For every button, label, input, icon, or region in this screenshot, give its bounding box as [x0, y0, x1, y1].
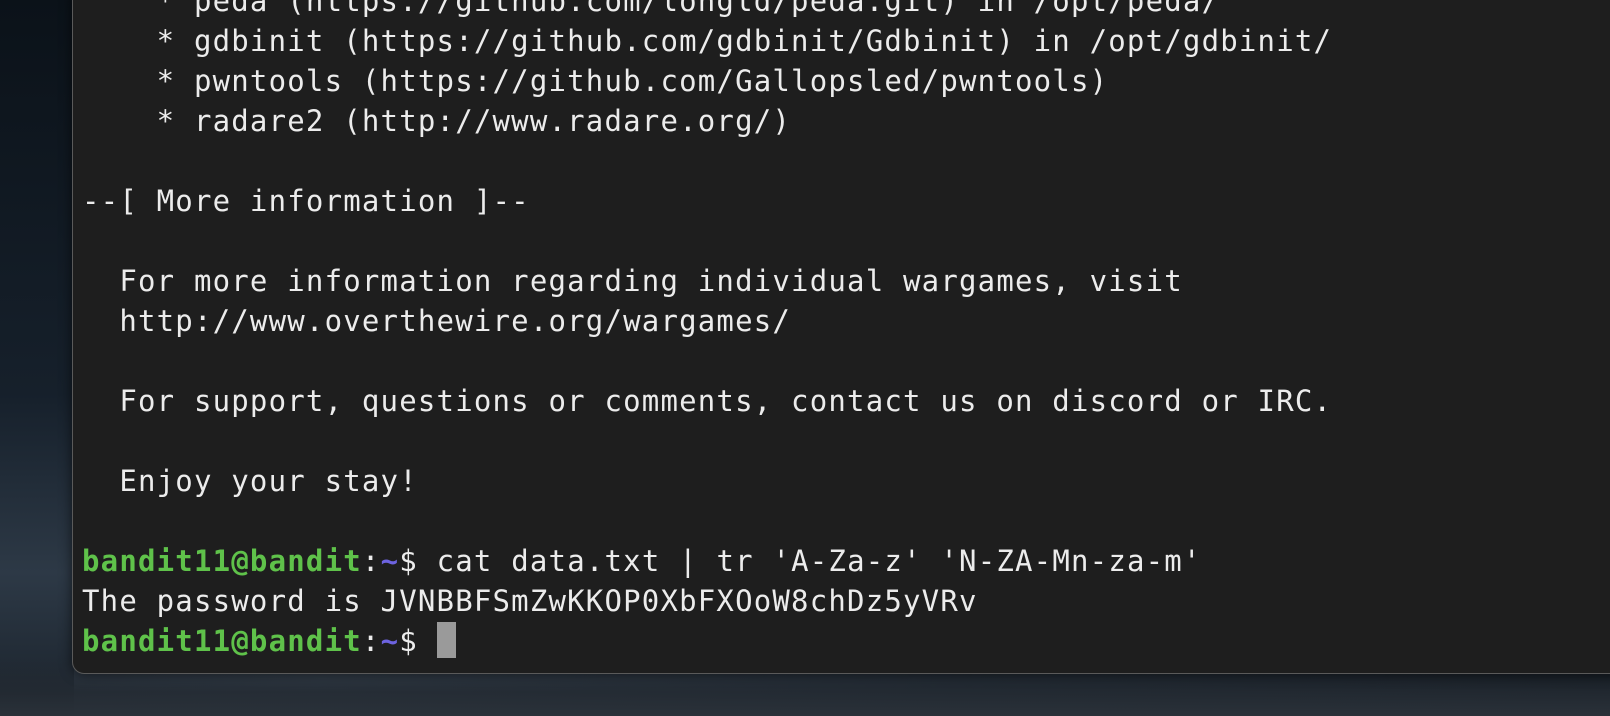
- terminal-output[interactable]: * peda (https://github.com/longld/peda.g…: [82, 0, 1610, 673]
- prompt-path: ~: [380, 624, 400, 658]
- motd-info-url: http://www.overthewire.org/wargames/: [82, 304, 792, 338]
- command-output: The password is JVNBBFSmZwKKOP0XbFXOoW8c…: [82, 584, 978, 618]
- motd-tool-radare2: * radare2 (http://www.radare.org/): [82, 104, 792, 138]
- active-prompt-line[interactable]: bandit11@bandit:~$: [82, 621, 456, 661]
- prompt-user-host: bandit11@bandit: [82, 624, 362, 658]
- prompt-dollar: $: [399, 624, 418, 658]
- command-line: bandit11@bandit:~$ cat data.txt | tr 'A-…: [82, 541, 1202, 581]
- terminal-window[interactable]: * peda (https://github.com/longld/peda.g…: [72, 0, 1610, 674]
- command-text: cat data.txt | tr 'A-Za-z' 'N-ZA-Mn-za-m…: [417, 544, 1202, 578]
- motd-farewell: Enjoy your stay!: [82, 464, 418, 498]
- desktop-wallpaper: [0, 0, 74, 716]
- motd-info-line: For more information regarding individua…: [82, 264, 1183, 298]
- motd-tool-pwntools: * pwntools (https://github.com/Gallopsle…: [82, 64, 1109, 98]
- prompt-path: ~: [380, 544, 400, 578]
- prompt-user-host: bandit11@bandit: [82, 544, 362, 578]
- terminal-cursor[interactable]: [436, 622, 456, 658]
- prompt-colon: :: [361, 544, 381, 578]
- motd-support-line: For support, questions or comments, cont…: [82, 384, 1333, 418]
- motd-tool-gdbinit: * gdbinit (https://github.com/gdbinit/Gd…: [82, 24, 1333, 58]
- motd-tool-peda: * peda (https://github.com/longld/peda.g…: [82, 0, 1221, 18]
- prompt-dollar: $: [399, 544, 418, 578]
- motd-section-header: --[ More information ]--: [82, 184, 530, 218]
- prompt-colon: :: [361, 624, 381, 658]
